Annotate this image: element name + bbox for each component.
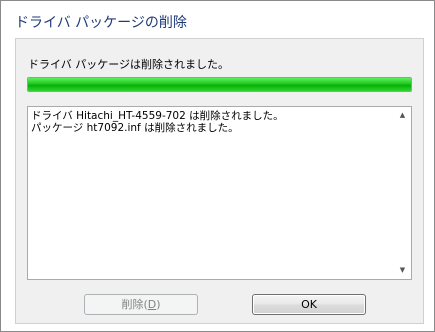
log-text: ドライバ Hitachi_HT-4559-702 は削除されました。 パッケージ… [31,110,391,134]
log-textbox[interactable]: ドライバ Hitachi_HT-4559-702 は削除されました。 パッケージ… [27,106,412,280]
log-line: ドライバ Hitachi_HT-4559-702 は削除されました。 [31,110,284,122]
progress-fill [28,78,411,91]
scroll-down-arrow-icon[interactable]: ▼ [394,262,411,279]
delete-button[interactable]: 削除(D) [84,294,198,315]
progress-bar [27,77,412,92]
log-line: パッケージ ht7092.inf は削除されました。 [31,122,239,134]
scroll-up-arrow-icon[interactable]: ▲ [394,107,411,124]
vertical-scrollbar[interactable]: ▲ ▼ [394,107,411,279]
remove-driver-dialog: ドライバ パッケージの削除 ドライバ パッケージは削除されました。 ドライバ H… [0,0,435,332]
status-message: ドライバ パッケージは削除されました。 [28,58,230,71]
delete-button-label: 削除( [121,298,148,311]
title-bar: ドライバ パッケージの削除 [1,1,434,37]
delete-button-label-end: ) [156,298,161,311]
dialog-body: ドライバ パッケージは削除されました。 ドライバ Hitachi_HT-4559… [15,38,424,324]
delete-button-accelerator: D [147,298,157,311]
ok-button[interactable]: OK [252,294,366,315]
dialog-title: ドライバ パッケージの削除 [15,15,187,31]
